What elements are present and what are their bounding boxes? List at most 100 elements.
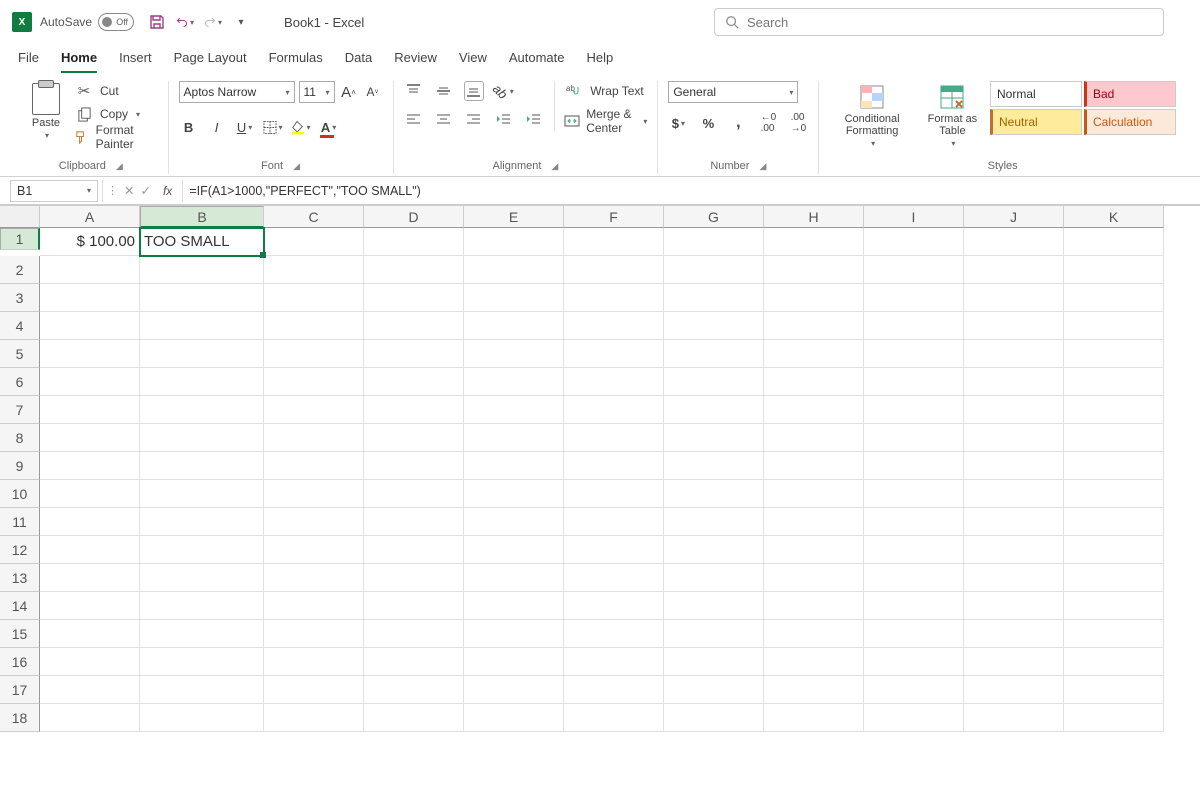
cell-F5[interactable] (564, 340, 664, 368)
underline-button[interactable]: U▾ (235, 117, 255, 137)
cell-C13[interactable] (264, 564, 364, 592)
cell-K2[interactable] (1064, 256, 1164, 284)
row-header-3[interactable]: 3 (0, 284, 40, 312)
cell-H1[interactable] (764, 228, 864, 256)
copy-button[interactable]: Copy▾ (74, 104, 158, 124)
percent-button[interactable]: % (698, 113, 718, 133)
row-header-12[interactable]: 12 (0, 536, 40, 564)
cell-E12[interactable] (464, 536, 564, 564)
font-name-select[interactable]: Aptos Narrow▾ (179, 81, 295, 103)
cell-H8[interactable] (764, 424, 864, 452)
wrap-text-button[interactable]: abWrap Text (564, 81, 647, 101)
cell-B16[interactable] (140, 648, 264, 676)
cell-J17[interactable] (964, 676, 1064, 704)
cell-D5[interactable] (364, 340, 464, 368)
cell-C14[interactable] (264, 592, 364, 620)
cell-C3[interactable] (264, 284, 364, 312)
cell-F3[interactable] (564, 284, 664, 312)
cell-H16[interactable] (764, 648, 864, 676)
cell-A9[interactable] (40, 452, 140, 480)
cell-B3[interactable] (140, 284, 264, 312)
search-input[interactable]: Search (714, 8, 1164, 36)
cell-E4[interactable] (464, 312, 564, 340)
style-normal[interactable]: Normal (990, 81, 1082, 107)
redo-icon[interactable]: ▾ (204, 13, 222, 31)
cell-A18[interactable] (40, 704, 140, 732)
row-header-13[interactable]: 13 (0, 564, 40, 592)
cell-G14[interactable] (664, 592, 764, 620)
conditional-formatting-button[interactable]: Conditional Formatting▾ (829, 81, 915, 150)
cell-A15[interactable] (40, 620, 140, 648)
cell-H14[interactable] (764, 592, 864, 620)
increase-indent-icon[interactable] (524, 109, 544, 129)
style-calculation[interactable]: Calculation (1084, 109, 1176, 135)
cell-G12[interactable] (664, 536, 764, 564)
italic-button[interactable]: I (207, 117, 227, 137)
cell-J18[interactable] (964, 704, 1064, 732)
cell-B17[interactable] (140, 676, 264, 704)
cell-H11[interactable] (764, 508, 864, 536)
cell-C6[interactable] (264, 368, 364, 396)
align-top-icon[interactable] (404, 81, 424, 101)
cell-E9[interactable] (464, 452, 564, 480)
cell-D13[interactable] (364, 564, 464, 592)
borders-button[interactable]: ▾ (263, 117, 283, 137)
cell-D12[interactable] (364, 536, 464, 564)
tab-automate[interactable]: Automate (509, 50, 565, 73)
cell-E5[interactable] (464, 340, 564, 368)
cell-F9[interactable] (564, 452, 664, 480)
cell-J15[interactable] (964, 620, 1064, 648)
cell-J7[interactable] (964, 396, 1064, 424)
cell-I7[interactable] (864, 396, 964, 424)
cell-K5[interactable] (1064, 340, 1164, 368)
font-size-select[interactable]: 11▾ (299, 81, 335, 103)
number-format-select[interactable]: General▾ (668, 81, 798, 103)
clipboard-dialog-icon[interactable]: ◢ (116, 161, 123, 172)
align-center-icon[interactable] (434, 109, 454, 129)
cell-I15[interactable] (864, 620, 964, 648)
row-header-14[interactable]: 14 (0, 592, 40, 620)
col-header-G[interactable]: G (664, 206, 764, 228)
cell-D7[interactable] (364, 396, 464, 424)
cell-F7[interactable] (564, 396, 664, 424)
cell-K16[interactable] (1064, 648, 1164, 676)
cell-I11[interactable] (864, 508, 964, 536)
cell-I3[interactable] (864, 284, 964, 312)
cell-J13[interactable] (964, 564, 1064, 592)
cell-E6[interactable] (464, 368, 564, 396)
tab-file[interactable]: File (18, 50, 39, 73)
cell-A8[interactable] (40, 424, 140, 452)
cell-D10[interactable] (364, 480, 464, 508)
select-all-corner[interactable] (0, 206, 40, 228)
cell-C18[interactable] (264, 704, 364, 732)
cell-G15[interactable] (664, 620, 764, 648)
cell-A10[interactable] (40, 480, 140, 508)
cell-D8[interactable] (364, 424, 464, 452)
cell-I4[interactable] (864, 312, 964, 340)
format-painter-button[interactable]: Format Painter (74, 127, 158, 147)
cell-J12[interactable] (964, 536, 1064, 564)
tab-data[interactable]: Data (345, 50, 372, 73)
col-header-D[interactable]: D (364, 206, 464, 228)
cell-H18[interactable] (764, 704, 864, 732)
cell-K8[interactable] (1064, 424, 1164, 452)
cancel-icon[interactable]: ✕ (124, 183, 134, 198)
cell-J5[interactable] (964, 340, 1064, 368)
cell-G17[interactable] (664, 676, 764, 704)
cell-F2[interactable] (564, 256, 664, 284)
align-right-icon[interactable] (464, 109, 484, 129)
cell-K10[interactable] (1064, 480, 1164, 508)
cell-D11[interactable] (364, 508, 464, 536)
cell-K11[interactable] (1064, 508, 1164, 536)
options-icon[interactable]: ⋮ (107, 184, 118, 197)
cell-G8[interactable] (664, 424, 764, 452)
cell-J16[interactable] (964, 648, 1064, 676)
cell-C10[interactable] (264, 480, 364, 508)
style-neutral[interactable]: Neutral (990, 109, 1082, 135)
col-header-B[interactable]: B (140, 206, 264, 228)
cell-F8[interactable] (564, 424, 664, 452)
cell-C16[interactable] (264, 648, 364, 676)
cell-J3[interactable] (964, 284, 1064, 312)
cell-I14[interactable] (864, 592, 964, 620)
cell-C2[interactable] (264, 256, 364, 284)
